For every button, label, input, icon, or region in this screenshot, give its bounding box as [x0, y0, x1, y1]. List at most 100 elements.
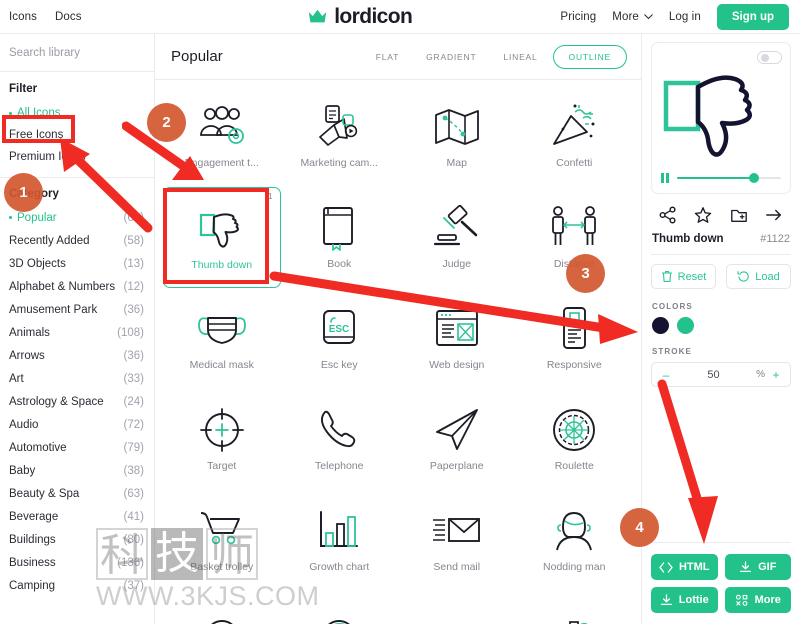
sidebar-item-beverage[interactable]: Beverage (41)	[0, 505, 154, 528]
export-gif-label: GIF	[758, 561, 777, 573]
animation-playbar	[661, 173, 781, 183]
main-header: Popular FLAT GRADIENT LINEAL OUTLINE	[155, 34, 641, 80]
icon-card-map[interactable]: Map	[398, 86, 516, 187]
progress-knob[interactable]	[748, 173, 759, 183]
category-count: (41)	[123, 510, 144, 523]
progress-slider[interactable]	[676, 173, 781, 183]
load-button[interactable]: Load	[726, 264, 791, 289]
arrow-right-icon[interactable]	[765, 206, 783, 224]
icon-card-judge[interactable]: Judge	[398, 187, 516, 288]
sidebar-item-art[interactable]: Art (33)	[0, 367, 154, 390]
reset-button[interactable]: Reset	[651, 264, 716, 289]
progress-fill	[676, 177, 753, 179]
icon-card-growth-chart[interactable]: Growth chart	[281, 490, 399, 591]
icon-card-responsive[interactable]: Responsive	[516, 288, 634, 389]
icon-card-distance[interactable]: Distance	[516, 187, 634, 288]
icon-card-esc-key[interactable]: ESC Esc key	[281, 288, 399, 389]
export-more-button[interactable]: More	[724, 587, 791, 613]
icon-card-label: Map	[446, 157, 467, 169]
export-html-button[interactable]: HTML	[651, 554, 718, 580]
responsive-phone-icon	[557, 301, 591, 357]
type-item-premium-icons[interactable]: Premium Icons	[0, 146, 154, 168]
tab-flat[interactable]: FLAT	[364, 45, 411, 69]
brand-logo[interactable]: lordicon	[160, 5, 560, 29]
icon-name-row: Thumb down #1122	[651, 224, 791, 245]
favorite-star-icon[interactable]	[694, 206, 712, 224]
brand-name: lordicon	[334, 4, 413, 28]
category-label: Beauty & Spa	[9, 487, 80, 500]
category-count: (63)	[123, 487, 144, 500]
export-lottie-button[interactable]: Lottie	[651, 587, 718, 613]
category-count: (36)	[123, 349, 144, 362]
sidebar-item-buildings[interactable]: Buildings (80)	[0, 528, 154, 551]
icon-card-paperplane[interactable]: Paperplane	[398, 389, 516, 490]
sidebar-item-automotive[interactable]: Automotive (79)	[0, 436, 154, 459]
export-gif-button[interactable]: GIF	[724, 554, 791, 580]
tab-outline[interactable]: OUTLINE	[552, 44, 627, 69]
sidebar-item-animals[interactable]: Animals (108)	[0, 321, 154, 344]
icon-card-book[interactable]: Book	[281, 187, 399, 288]
icon-card-send-mail[interactable]: Send mail	[398, 490, 516, 591]
topbar-left-links: Icons Docs	[0, 11, 160, 23]
type-item-free-icons[interactable]: Free Icons	[0, 124, 154, 146]
color-swatch-secondary[interactable]	[677, 317, 694, 334]
marketing-campaign-icon	[314, 99, 364, 155]
sidebar-item-recently-added[interactable]: Recently Added (58)	[0, 229, 154, 252]
category-count: (24)	[123, 395, 144, 408]
sidebar-item-business[interactable]: Business (136)	[0, 551, 154, 574]
icon-card-nodding-man[interactable]: Nodding man	[516, 490, 634, 591]
category-count: (72)	[123, 418, 144, 431]
sidebar-item-3d-objects[interactable]: 3D Objects (13)	[0, 252, 154, 275]
icon-card-marketing-campaign[interactable]: Marketing cam...	[281, 86, 399, 187]
icon-card-telephone[interactable]: Telephone	[281, 389, 399, 490]
color-swatch-primary[interactable]	[652, 317, 669, 334]
icon-card-target[interactable]: Target	[163, 389, 281, 490]
icon-card-label: Growth chart	[309, 561, 370, 573]
nav-link-more[interactable]: More	[612, 11, 653, 23]
sidebar-item-popular[interactable]: Popular (60)	[0, 206, 154, 229]
sidebar-item-beauty-spa[interactable]: Beauty & Spa (63)	[0, 482, 154, 505]
icon-card-roulette[interactable]: Roulette	[516, 389, 634, 490]
icon-card-label: Confetti	[556, 157, 593, 169]
type-item-all-icons-label: All Icons	[17, 107, 61, 119]
icon-card-partial-4[interactable]	[516, 591, 634, 624]
stroke-value[interactable]: 50	[671, 369, 756, 381]
add-to-folder-icon[interactable]	[730, 206, 748, 224]
history-restore-icon	[737, 271, 749, 282]
sidebar-item-baby[interactable]: Baby (38)	[0, 459, 154, 482]
icon-card-label: Thumb down	[191, 259, 253, 271]
pause-icon[interactable]	[661, 173, 669, 183]
icon-card-medical-mask[interactable]: Medical mask	[163, 288, 281, 389]
icon-card-partial-3[interactable]	[398, 591, 516, 624]
tab-lineal[interactable]: LINEAL	[491, 45, 549, 69]
stroke-increment-button[interactable]: +	[771, 368, 781, 382]
icon-action-row	[651, 194, 791, 224]
category-label: Beverage	[9, 510, 59, 523]
judge-gavel-icon	[432, 200, 482, 256]
search-input[interactable]	[9, 46, 154, 59]
icon-card-partial-2[interactable]	[281, 591, 399, 624]
sidebar-item-alphabet-numbers[interactable]: Alphabet & Numbers (12)	[0, 275, 154, 298]
login-link[interactable]: Log in	[669, 11, 701, 23]
tab-gradient[interactable]: GRADIENT	[414, 45, 488, 69]
sidebar-item-audio[interactable]: Audio (72)	[0, 413, 154, 436]
icon-card-confetti[interactable]: Confetti	[516, 86, 634, 187]
sidebar-item-camping[interactable]: Camping (37)	[0, 574, 154, 597]
icon-card-label: Basket trolley	[190, 561, 254, 573]
sidebar-item-astrology-space[interactable]: Astrology & Space (24)	[0, 390, 154, 413]
sidebar-item-arrows[interactable]: Arrows (36)	[0, 344, 154, 367]
partial-sphere-icon	[316, 604, 362, 624]
share-icon[interactable]	[659, 206, 677, 224]
type-item-all-icons[interactable]: All Icons	[0, 102, 154, 124]
icon-card-partial-1[interactable]	[163, 591, 281, 624]
nav-link-docs[interactable]: Docs	[55, 11, 82, 23]
icon-card-thumb-down[interactable]: 1 Thumb down	[163, 187, 281, 288]
sidebar-item-amusement-park[interactable]: Amusement Park (36)	[0, 298, 154, 321]
icon-card-engagement-team[interactable]: Engagement t...	[163, 86, 281, 187]
icon-card-web-design[interactable]: Web design	[398, 288, 516, 389]
signup-button[interactable]: Sign up	[716, 3, 789, 30]
stroke-decrement-button[interactable]: –	[661, 368, 671, 382]
nav-link-icons[interactable]: Icons	[9, 11, 37, 23]
icon-card-basket-trolley[interactable]: Basket trolley	[163, 490, 281, 591]
nav-link-pricing[interactable]: Pricing	[560, 11, 596, 23]
